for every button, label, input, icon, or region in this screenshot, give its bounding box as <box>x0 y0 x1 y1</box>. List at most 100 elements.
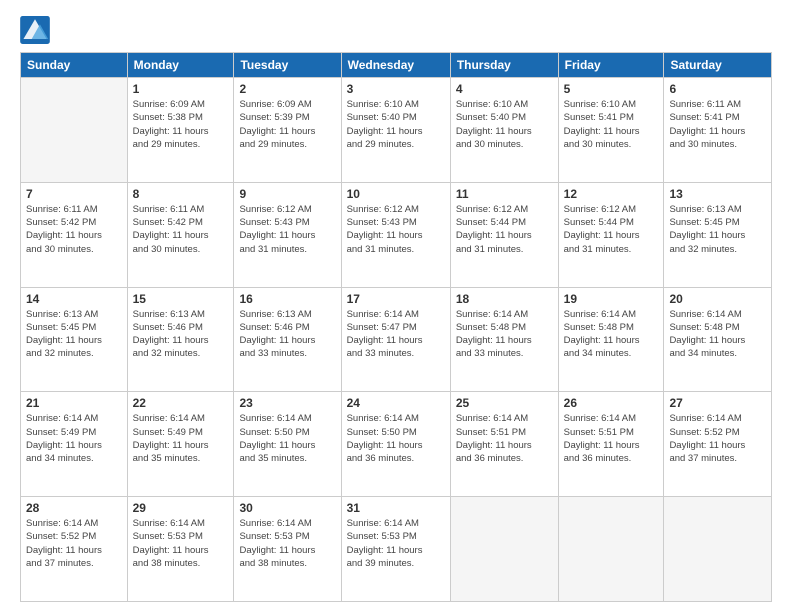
day-number: 19 <box>564 292 659 306</box>
week-row-1: 1Sunrise: 6:09 AM Sunset: 5:38 PM Daylig… <box>21 78 772 183</box>
day-info: Sunrise: 6:13 AM Sunset: 5:46 PM Dayligh… <box>239 308 335 361</box>
day-number: 7 <box>26 187 122 201</box>
header <box>20 16 772 44</box>
day-info: Sunrise: 6:13 AM Sunset: 5:46 PM Dayligh… <box>133 308 229 361</box>
day-cell: 2Sunrise: 6:09 AM Sunset: 5:39 PM Daylig… <box>234 78 341 183</box>
logo-icon <box>20 16 50 44</box>
day-number: 17 <box>347 292 445 306</box>
header-sunday: Sunday <box>21 53 128 78</box>
day-number: 14 <box>26 292 122 306</box>
day-info: Sunrise: 6:09 AM Sunset: 5:39 PM Dayligh… <box>239 98 335 151</box>
day-cell: 22Sunrise: 6:14 AM Sunset: 5:49 PM Dayli… <box>127 392 234 497</box>
day-number: 11 <box>456 187 553 201</box>
day-info: Sunrise: 6:12 AM Sunset: 5:43 PM Dayligh… <box>347 203 445 256</box>
day-cell <box>558 497 664 602</box>
day-info: Sunrise: 6:14 AM Sunset: 5:53 PM Dayligh… <box>347 517 445 570</box>
day-number: 30 <box>239 501 335 515</box>
day-cell <box>664 497 772 602</box>
day-number: 16 <box>239 292 335 306</box>
day-cell: 25 Sunrise: 6:14 AM Sunset: 5:51 PM Dayli… <box>450 392 558 497</box>
day-info: Sunrise: 6:12 AM Sunset: 5:43 PM Dayligh… <box>239 203 335 256</box>
day-number: 8 <box>133 187 229 201</box>
day-number: 9 <box>239 187 335 201</box>
week-row-3: 14 Sunrise: 6:13 AM Sunset: 5:45 PM Dayli… <box>21 287 772 392</box>
day-number: 3 <box>347 82 445 96</box>
day-info: Sunrise: 6:09 AM Sunset: 5:38 PM Dayligh… <box>133 98 229 151</box>
day-info: Sunrise: 6:14 AM Sunset: 5:52 PM Dayligh… <box>669 412 766 465</box>
day-info: Sunrise: 6:13 AM Sunset: 5:45 PM Dayligh… <box>669 203 766 256</box>
day-cell: 9 Sunrise: 6:12 AM Sunset: 5:43 PM Daylig… <box>234 182 341 287</box>
day-info: Sunrise: 6:14 AM Sunset: 5:50 PM Dayligh… <box>239 412 335 465</box>
day-info: Sunrise: 6:14 AM Sunset: 5:49 PM Dayligh… <box>133 412 229 465</box>
header-monday: Monday <box>127 53 234 78</box>
day-info: Sunrise: 6:14 AM Sunset: 5:51 PM Dayligh… <box>564 412 659 465</box>
header-thursday: Thursday <box>450 53 558 78</box>
day-cell: 21 Sunrise: 6:14 AM Sunset: 5:49 PM Dayli… <box>21 392 128 497</box>
day-info: Sunrise: 6:10 AM Sunset: 5:40 PM Dayligh… <box>347 98 445 151</box>
day-number: 21 <box>26 396 122 410</box>
day-number: 15 <box>133 292 229 306</box>
day-cell: 7 Sunrise: 6:11 AM Sunset: 5:42 PM Daylig… <box>21 182 128 287</box>
day-number: 26 <box>564 396 659 410</box>
day-info: Sunrise: 6:11 AM Sunset: 5:42 PM Dayligh… <box>133 203 229 256</box>
day-cell: 11 Sunrise: 6:12 AM Sunset: 5:44 PM Dayli… <box>450 182 558 287</box>
day-info: Sunrise: 6:13 AM Sunset: 5:45 PM Dayligh… <box>26 308 122 361</box>
day-number: 10 <box>347 187 445 201</box>
day-cell: 29Sunrise: 6:14 AM Sunset: 5:53 PM Dayli… <box>127 497 234 602</box>
day-number: 23 <box>239 396 335 410</box>
day-info: Sunrise: 6:12 AM Sunset: 5:44 PM Dayligh… <box>564 203 659 256</box>
week-row-5: 28 Sunrise: 6:14 AM Sunset: 5:52 PM Dayli… <box>21 497 772 602</box>
day-info: Sunrise: 6:14 AM Sunset: 5:52 PM Dayligh… <box>26 517 122 570</box>
day-number: 12 <box>564 187 659 201</box>
day-cell: 10 Sunrise: 6:12 AM Sunset: 5:43 PM Dayli… <box>341 182 450 287</box>
calendar-header-row: SundayMondayTuesdayWednesdayThursdayFrid… <box>21 53 772 78</box>
day-number: 28 <box>26 501 122 515</box>
day-number: 13 <box>669 187 766 201</box>
day-info: Sunrise: 6:14 AM Sunset: 5:48 PM Dayligh… <box>669 308 766 361</box>
day-info: Sunrise: 6:14 AM Sunset: 5:48 PM Dayligh… <box>564 308 659 361</box>
header-saturday: Saturday <box>664 53 772 78</box>
day-info: Sunrise: 6:14 AM Sunset: 5:50 PM Dayligh… <box>347 412 445 465</box>
day-cell: 30 Sunrise: 6:14 AM Sunset: 5:53 PM Dayli… <box>234 497 341 602</box>
day-cell: 27 Sunrise: 6:14 AM Sunset: 5:52 PM Dayli… <box>664 392 772 497</box>
day-cell: 15 Sunrise: 6:13 AM Sunset: 5:46 PM Dayli… <box>127 287 234 392</box>
day-number: 20 <box>669 292 766 306</box>
day-info: Sunrise: 6:12 AM Sunset: 5:44 PM Dayligh… <box>456 203 553 256</box>
day-info: Sunrise: 6:14 AM Sunset: 5:49 PM Dayligh… <box>26 412 122 465</box>
day-cell: 6 Sunrise: 6:11 AM Sunset: 5:41 PM Daylig… <box>664 78 772 183</box>
day-number: 6 <box>669 82 766 96</box>
day-cell: 19 Sunrise: 6:14 AM Sunset: 5:48 PM Dayli… <box>558 287 664 392</box>
day-cell: 17 Sunrise: 6:14 AM Sunset: 5:47 PM Dayli… <box>341 287 450 392</box>
day-cell: 3 Sunrise: 6:10 AM Sunset: 5:40 PM Daylig… <box>341 78 450 183</box>
page: SundayMondayTuesdayWednesdayThursdayFrid… <box>0 0 792 612</box>
day-info: Sunrise: 6:10 AM Sunset: 5:41 PM Dayligh… <box>564 98 659 151</box>
header-friday: Friday <box>558 53 664 78</box>
day-cell: 16 Sunrise: 6:13 AM Sunset: 5:46 PM Dayli… <box>234 287 341 392</box>
day-cell: 31 Sunrise: 6:14 AM Sunset: 5:53 PM Dayli… <box>341 497 450 602</box>
day-info: Sunrise: 6:14 AM Sunset: 5:51 PM Dayligh… <box>456 412 553 465</box>
week-row-4: 21 Sunrise: 6:14 AM Sunset: 5:49 PM Dayli… <box>21 392 772 497</box>
day-info: Sunrise: 6:11 AM Sunset: 5:42 PM Dayligh… <box>26 203 122 256</box>
calendar-table: SundayMondayTuesdayWednesdayThursdayFrid… <box>20 52 772 602</box>
day-cell: 23 Sunrise: 6:14 AM Sunset: 5:50 PM Dayli… <box>234 392 341 497</box>
day-info: Sunrise: 6:11 AM Sunset: 5:41 PM Dayligh… <box>669 98 766 151</box>
day-cell: 8 Sunrise: 6:11 AM Sunset: 5:42 PM Daylig… <box>127 182 234 287</box>
day-number: 25 <box>456 396 553 410</box>
day-number: 4 <box>456 82 553 96</box>
day-cell <box>450 497 558 602</box>
day-number: 29 <box>133 501 229 515</box>
day-info: Sunrise: 6:14 AM Sunset: 5:48 PM Dayligh… <box>456 308 553 361</box>
day-cell: 18 Sunrise: 6:14 AM Sunset: 5:48 PM Dayli… <box>450 287 558 392</box>
day-info: Sunrise: 6:14 AM Sunset: 5:53 PM Dayligh… <box>239 517 335 570</box>
day-cell: 13 Sunrise: 6:13 AM Sunset: 5:45 PM Dayli… <box>664 182 772 287</box>
day-info: Sunrise: 6:14 AM Sunset: 5:47 PM Dayligh… <box>347 308 445 361</box>
day-cell: 24Sunrise: 6:14 AM Sunset: 5:50 PM Dayli… <box>341 392 450 497</box>
day-cell: 14 Sunrise: 6:13 AM Sunset: 5:45 PM Dayli… <box>21 287 128 392</box>
day-cell: 28 Sunrise: 6:14 AM Sunset: 5:52 PM Dayli… <box>21 497 128 602</box>
day-number: 18 <box>456 292 553 306</box>
day-number: 27 <box>669 396 766 410</box>
week-row-2: 7 Sunrise: 6:11 AM Sunset: 5:42 PM Daylig… <box>21 182 772 287</box>
day-cell <box>21 78 128 183</box>
day-number: 31 <box>347 501 445 515</box>
day-cell: 4Sunrise: 6:10 AM Sunset: 5:40 PM Daylig… <box>450 78 558 183</box>
